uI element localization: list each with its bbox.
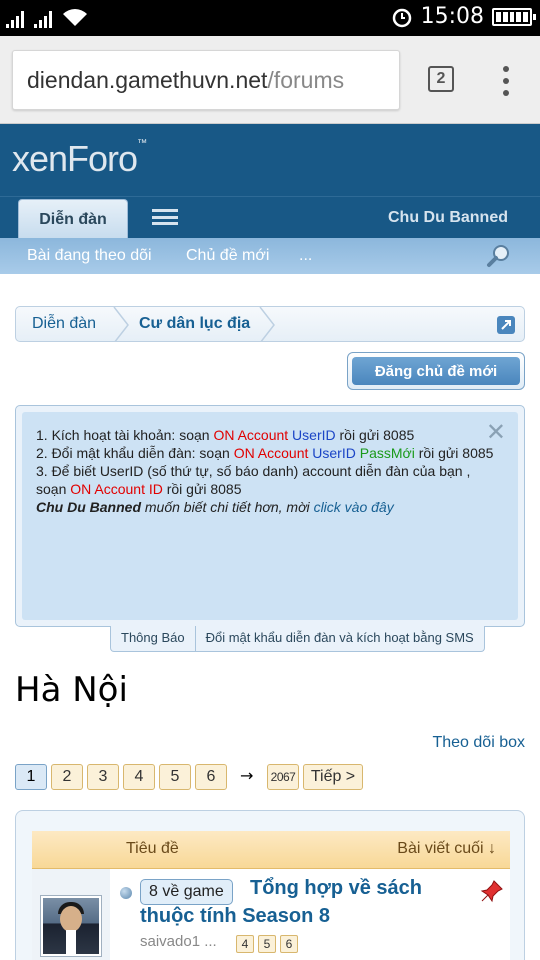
notice-tab-announcement[interactable]: Thông Báo [110, 626, 196, 652]
page-title: Hà Nội [15, 670, 128, 710]
thread-list: Tiêu đề Bài viết cuối ↓ 8 về game Tổng h… [15, 810, 525, 960]
notice-tabs: Thông Báo Đổi mật khẩu diễn đàn và kích … [110, 626, 485, 652]
sticky-pin-icon [480, 880, 503, 903]
page-5[interactable]: 5 [159, 764, 191, 790]
search-icon[interactable] [486, 243, 512, 269]
thread-row[interactable]: 8 về game Tổng hợp về sách thuộc tính Se… [32, 869, 510, 960]
status-bar: 15:08 [0, 0, 540, 36]
new-thread-button[interactable]: Đăng chủ đề mới [347, 352, 525, 390]
notice-content: 1. Kích hoạt tài khoản: soạn ON Account … [22, 412, 518, 620]
page-1[interactable]: 1 [15, 764, 47, 790]
watch-forum-link[interactable]: Theo dõi box [432, 734, 525, 752]
breadcrumb-separator-icon [259, 307, 275, 341]
notice-line-4: Chu Du Banned muốn biết chi tiết hơn, mờ… [36, 499, 394, 515]
next-page-button[interactable]: Tiếp > [303, 764, 363, 790]
column-title[interactable]: Tiêu đề [126, 840, 179, 858]
tab-switcher-button[interactable]: 2 [428, 66, 454, 92]
breadcrumb: Diễn đàn Cư dân lục địa [15, 306, 525, 342]
signal-icon-2 [34, 10, 52, 28]
site-header: xenForo™ [0, 124, 540, 196]
alarm-icon [392, 8, 411, 27]
main-navbar: Diễn đàn Chu Du Banned [0, 196, 540, 239]
battery-icon [492, 7, 536, 26]
signal-icon [6, 10, 24, 28]
site-logo[interactable]: xenForo™ [12, 138, 147, 180]
overflow-menu-icon[interactable] [500, 66, 512, 96]
breadcrumb-separator-icon [113, 307, 129, 341]
wifi-icon [63, 9, 87, 26]
page-2[interactable]: 2 [51, 764, 83, 790]
breadcrumb-forums[interactable]: Diễn đàn [32, 315, 96, 333]
clock: 15:08 [420, 4, 484, 29]
avatar[interactable] [40, 895, 102, 957]
page-last[interactable]: 2067 [267, 764, 299, 790]
thread-status-icon [120, 887, 132, 899]
browser-toolbar: diendan.gamethuvn.net/forums 2 [0, 36, 540, 124]
thread-pages: 4 5 6 [236, 935, 298, 953]
thread-author: saivado1 ... [140, 933, 217, 950]
thread-page-link[interactable]: 5 [258, 935, 276, 953]
url-host: diendan.gamethuvn.net [27, 67, 268, 93]
page-jump-arrow: → [240, 766, 254, 785]
close-icon[interactable]: ✕ [486, 420, 506, 444]
thread-title-continued[interactable]: thuộc tính Season 8 [140, 905, 330, 928]
user-menu[interactable]: Chu Du Banned [388, 209, 508, 227]
subnav-watched-threads[interactable]: Bài đang theo dõi [27, 247, 152, 265]
thread-list-header: Tiêu đề Bài viết cuối ↓ [32, 831, 510, 869]
subnav-more[interactable]: ... [299, 247, 312, 265]
thread-prefix[interactable]: 8 về game [140, 879, 233, 905]
url-bar[interactable]: diendan.gamethuvn.net/forums [12, 50, 400, 110]
notice-line-3: 3. Để biết UserID (số thứ tự, số báo dan… [36, 463, 471, 497]
column-last-post[interactable]: Bài viết cuối ↓ [397, 840, 496, 858]
notice-details-link[interactable]: click vào đây [314, 499, 394, 515]
notice-tab-sms[interactable]: Đổi mật khẩu diễn đàn và kích hoạt bằng … [195, 626, 485, 652]
thread-page-link[interactable]: 6 [280, 935, 298, 953]
new-thread-label: Đăng chủ đề mới [352, 357, 520, 385]
thread-title[interactable]: Tổng hợp về sách [250, 877, 422, 900]
page-6[interactable]: 6 [195, 764, 227, 790]
tab-forums[interactable]: Diễn đàn [18, 199, 128, 239]
sub-navbar: Bài đang theo dõi Chủ đề mới ... [0, 238, 540, 274]
notice-box: 1. Kích hoạt tài khoản: soạn ON Account … [15, 405, 525, 627]
avatar-cell [32, 869, 110, 960]
thread-page-link[interactable]: 4 [236, 935, 254, 953]
hamburger-menu-icon[interactable] [152, 209, 178, 225]
page-4[interactable]: 4 [123, 764, 155, 790]
url-path: /forums [267, 67, 345, 93]
page-3[interactable]: 3 [87, 764, 119, 790]
jump-to-icon[interactable] [496, 315, 516, 335]
subnav-new-threads[interactable]: Chủ đề mới [186, 247, 269, 265]
notice-line-1: 1. Kích hoạt tài khoản: soạn ON Account … [36, 427, 415, 443]
breadcrumb-current[interactable]: Cư dân lục địa [139, 315, 250, 333]
notice-line-2: 2. Đổi mật khẩu diễn đàn: soạn ON Accoun… [36, 445, 494, 461]
